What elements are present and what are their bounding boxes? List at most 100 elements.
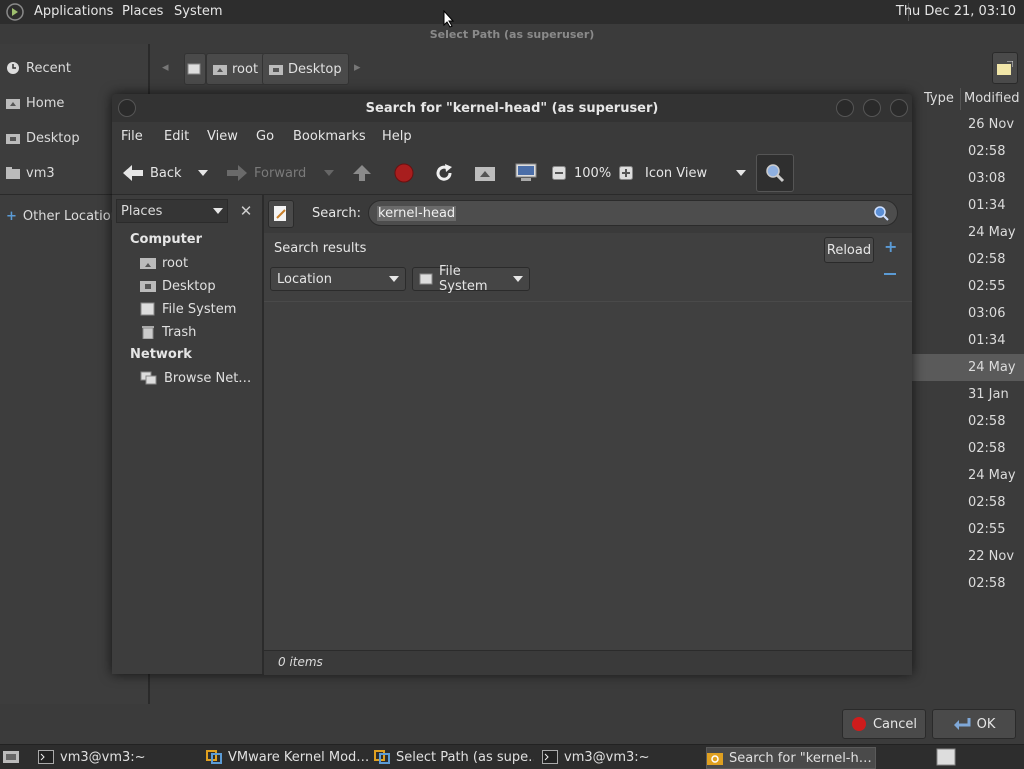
close-icon: ✕ [239,202,253,220]
tree-item-label: root [162,255,189,271]
sidebar-item-other-locations[interactable]: + Other Locations [6,204,126,228]
computer-button[interactable] [515,152,537,194]
task-vmware-kernel[interactable]: VMware Kernel Mod… [206,747,372,767]
ok-button[interactable]: OK [932,709,1016,739]
window-title: Search for "kernel-head" (as superuser) [365,101,659,116]
path-bar: ◂ root Desktop ▸ [156,44,1018,92]
sidebar-item-home[interactable]: Home [6,91,64,115]
home-button[interactable] [474,152,496,194]
menu-view[interactable]: View [207,129,238,144]
zoom-level[interactable]: 100% [574,152,611,194]
file-row-modified[interactable]: 01:34 [968,327,1024,354]
maximize-button[interactable] [863,99,881,117]
sidebar-item-recent[interactable]: Recent [6,56,71,80]
menu-help[interactable]: Help [382,129,412,144]
task-search[interactable]: Search for "kernel-h… [706,747,876,769]
search-input[interactable]: kernel-head [368,200,898,226]
file-row-modified[interactable]: 26 Nov [968,111,1024,138]
tree-header-computer[interactable]: Computer [130,232,202,247]
sidebar-type-select[interactable]: Places [116,199,228,223]
menu-bookmarks[interactable]: Bookmarks [293,129,366,144]
path-left-arrow-icon[interactable]: ◂ [162,60,169,75]
status-bar: 0 items [264,650,912,675]
cancel-button[interactable]: Cancel [842,709,926,739]
reload-search-button[interactable]: Reload [824,237,874,263]
root-drive-button[interactable] [184,53,206,85]
close-button[interactable] [890,99,908,117]
places-menu[interactable]: Places [122,4,163,19]
file-row-modified[interactable]: 02:58 [968,435,1024,462]
close-sidebar-button[interactable]: ✕ [234,199,258,223]
menu-go[interactable]: Go [256,129,274,144]
file-row-modified[interactable]: 01:34 [968,192,1024,219]
file-row-modified[interactable]: 02:58 [968,246,1024,273]
system-menu[interactable]: System [174,4,222,19]
file-row-modified[interactable]: 24 May [968,219,1024,246]
file-row-modified[interactable]: 24 May [968,462,1024,489]
file-row-modified[interactable]: 03:06 [968,300,1024,327]
forward-history-dropdown[interactable] [324,152,334,194]
file-row-modified[interactable]: 02:55 [968,273,1024,300]
file-row-modified[interactable]: 02:58 [968,408,1024,435]
workspace-switcher[interactable] [936,747,958,767]
magnifier-icon[interactable] [873,205,889,221]
column-header-type[interactable]: Type [924,88,954,110]
path-right-arrow-icon[interactable]: ▸ [354,60,361,75]
file-row-modified[interactable]: 24 May [912,354,1024,381]
file-row-modified[interactable]: 22 Nov [968,543,1024,570]
stop-button[interactable] [394,152,414,194]
file-row-modified[interactable]: 02:55 [968,516,1024,543]
menu-edit[interactable]: Edit [164,129,189,144]
applications-menu[interactable]: Applications [34,4,113,19]
file-row-modified[interactable]: 03:08 [968,165,1024,192]
toolbar: Back Forward 100% Icon View [112,152,912,195]
back-history-dropdown[interactable] [198,152,208,194]
menu-file[interactable]: File [121,129,143,144]
crumb-desktop[interactable]: Desktop [262,53,349,85]
add-criterion-icon[interactable]: + [884,237,897,256]
column-header-modified[interactable]: Modified [964,88,1019,110]
file-row-modified[interactable]: 31 Jan [968,381,1024,408]
sidebar-label: Recent [26,60,71,76]
task-terminal-2[interactable]: vm3@vm3:~ [542,747,700,767]
task-terminal-1[interactable]: vm3@vm3:~ [38,747,196,767]
search-toggle-button[interactable] [756,154,794,192]
tree-header-network[interactable]: Network [130,347,192,362]
clock[interactable]: Thu Dec 21, 03:10 [896,4,1016,19]
tree-item-trash[interactable]: Trash [140,321,196,343]
back-button[interactable]: Back [122,152,182,194]
tree-item-root[interactable]: root [140,252,188,274]
tree-item-desktop[interactable]: Desktop [140,275,216,297]
criterion-type-select[interactable]: Location [270,267,406,291]
view-mode-dropdown[interactable] [736,152,746,194]
file-row-modified[interactable]: 02:58 [968,570,1024,597]
zoom-in-button[interactable] [619,152,633,194]
tree-item-file-system[interactable]: File System [140,298,236,320]
back-arrow-icon [122,164,144,182]
sidebar-item-desktop[interactable]: Desktop [6,126,80,150]
remove-criterion-icon[interactable] [884,273,896,275]
view-mode-select[interactable]: Icon View [645,152,745,194]
show-desktop-button[interactable] [2,747,24,767]
up-button[interactable] [352,152,372,194]
computer-icon [515,163,537,183]
forward-button[interactable]: Forward [226,152,306,194]
vmware-icon [206,750,222,764]
task-select-path[interactable]: Select Path (as supe… [374,747,534,767]
zoom-out-button[interactable] [552,152,566,194]
file-row-modified[interactable]: 02:58 [968,489,1024,516]
tree-item-label: File System [162,301,237,317]
distro-logo-icon[interactable] [6,3,24,21]
results-area[interactable] [264,302,912,650]
location-toggle-button[interactable] [268,200,294,228]
tree-item-browse-network[interactable]: Browse Net… [140,367,251,389]
window-titlebar[interactable]: Search for "kernel-head" (as superuser) [112,94,912,122]
create-folder-button[interactable] [992,52,1018,84]
sidebar-item-vm3[interactable]: vm3 [6,161,55,185]
crumb-root[interactable]: root [206,53,266,85]
drive-icon [187,63,201,75]
minimize-button[interactable] [836,99,854,117]
location-value-select[interactable]: File System [412,264,530,294]
reload-button[interactable] [434,152,454,194]
file-row-modified[interactable]: 02:58 [968,138,1024,165]
